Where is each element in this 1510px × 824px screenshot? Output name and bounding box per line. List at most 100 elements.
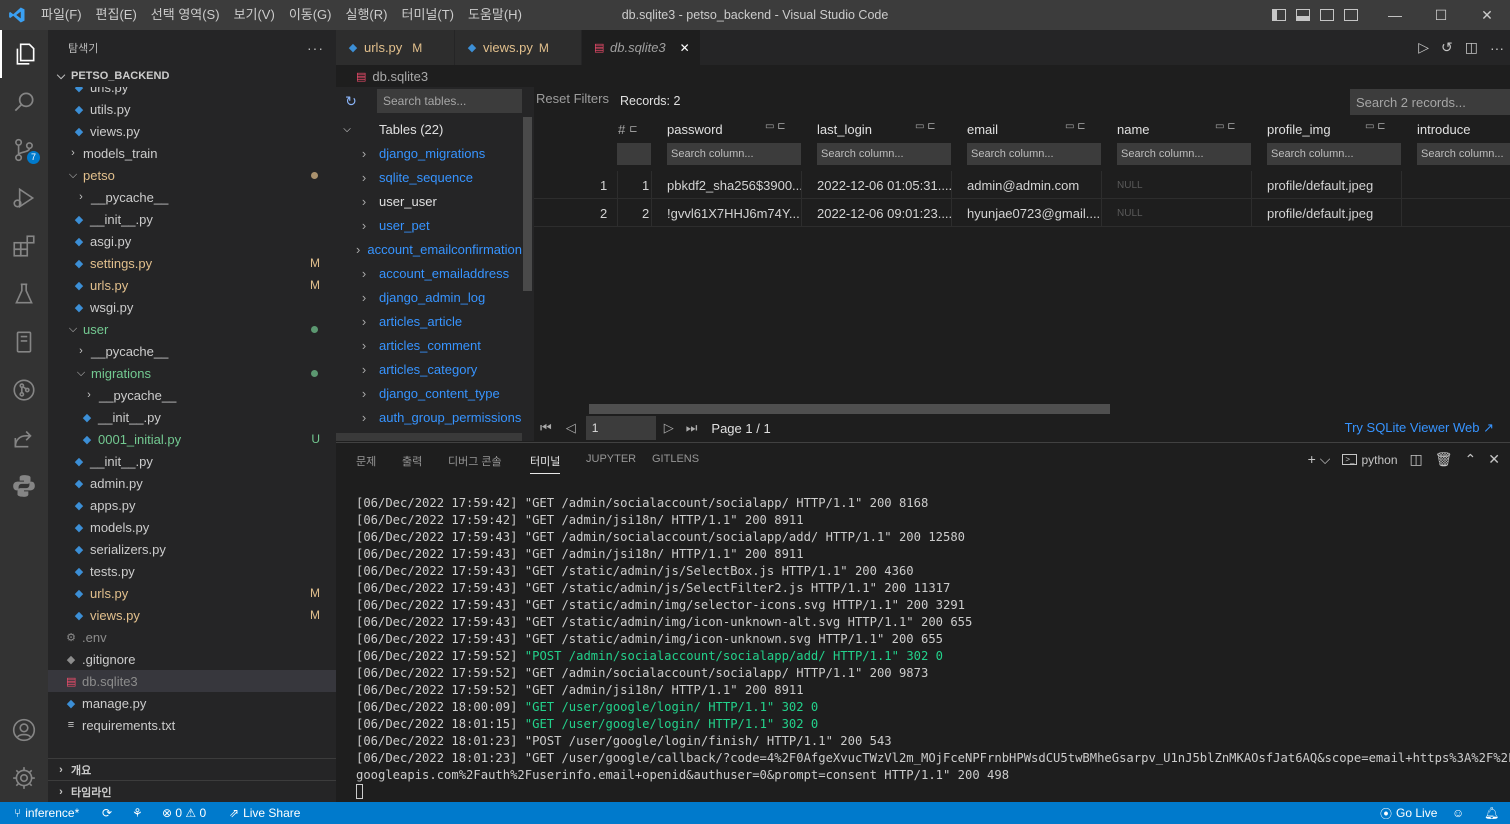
- tree-file[interactable]: ◆ views.py: [48, 120, 336, 142]
- column-filter-input[interactable]: Search column...: [1117, 143, 1251, 165]
- accounts-icon[interactable]: [0, 706, 48, 754]
- panel-tab[interactable]: 디버그 콘솔: [448, 453, 502, 469]
- split-editor-icon[interactable]: ◫: [1465, 39, 1478, 56]
- horizontal-scrollbar[interactable]: [336, 433, 522, 441]
- table-item[interactable]: › auth_group_permissions: [336, 405, 522, 429]
- tree-file[interactable]: ◆ views.py M: [48, 604, 336, 626]
- feedback-icon[interactable]: ☺: [1452, 802, 1464, 824]
- panel-tab[interactable]: 문제: [356, 453, 376, 469]
- tree-folder[interactable]: › __pycache__: [48, 384, 336, 406]
- column-type-pin-icon[interactable]: ▭ ⊏: [1215, 121, 1236, 132]
- tree-file[interactable]: ◆ __init__.py: [48, 406, 336, 428]
- cell-id[interactable]: 2: [642, 199, 649, 227]
- tree-folder[interactable]: › models_train: [48, 142, 336, 164]
- git-branch-item[interactable]: ⑂ inference*: [14, 802, 79, 824]
- column-filter-input[interactable]: Search column...: [817, 143, 951, 165]
- tree-file[interactable]: ◆ settings.py M: [48, 252, 336, 274]
- tree-file[interactable]: ◆ .gitignore: [48, 648, 336, 670]
- column-header[interactable]: introduce: [1417, 117, 1470, 141]
- tab-urls-py[interactable]: ◆ urls.py M: [336, 30, 454, 65]
- tables-header[interactable]: ⌵ Tables (22): [336, 117, 522, 141]
- table-item[interactable]: › sqlite_sequence: [336, 165, 522, 189]
- tree-file[interactable]: ◆ tests.py: [48, 560, 336, 582]
- first-page-icon[interactable]: ⏮: [540, 420, 552, 436]
- table-item[interactable]: › articles_category: [336, 357, 522, 381]
- tree-folder[interactable]: › __pycache__: [48, 340, 336, 362]
- notifications-bell-icon[interactable]: 🔔︎: [1484, 802, 1499, 824]
- menu-item[interactable]: 실행(R): [339, 0, 395, 30]
- python-icon[interactable]: [0, 462, 48, 510]
- tree-file[interactable]: ◆ manage.py: [48, 692, 336, 714]
- tree-folder[interactable]: ⌵ user: [48, 318, 336, 340]
- horizontal-scrollbar-thumb[interactable]: [589, 404, 1110, 414]
- table-item[interactable]: › django_migrations: [336, 141, 522, 165]
- menu-item[interactable]: 파일(F): [34, 0, 89, 30]
- close-tab-icon[interactable]: ✕: [680, 41, 690, 55]
- maximize-panel-icon[interactable]: ⌃: [1465, 451, 1477, 468]
- run-file-icon[interactable]: ▷: [1418, 39, 1429, 56]
- tree-file[interactable]: ◆ __init__.py: [48, 450, 336, 472]
- tree-file[interactable]: ◆ urls.py: [48, 87, 336, 98]
- tree-file[interactable]: ◆ models.py: [48, 516, 336, 538]
- breadcrumb-item[interactable]: db.sqlite3: [372, 69, 428, 84]
- git-graph-status-icon[interactable]: ⚘: [132, 802, 143, 824]
- source-control-icon[interactable]: 7: [0, 126, 48, 174]
- tree-file[interactable]: ◆ admin.py: [48, 472, 336, 494]
- tree-file[interactable]: ◆ utils.py: [48, 98, 336, 120]
- panel-tab[interactable]: GITLENS: [652, 453, 699, 465]
- workspace-folder-header[interactable]: ⌵ PETSO_BACKEND: [48, 65, 336, 87]
- close-window-button[interactable]: ✕: [1464, 0, 1510, 30]
- column-header[interactable]: profile_img: [1267, 117, 1331, 141]
- close-panel-icon[interactable]: ✕: [1488, 451, 1500, 468]
- tree-file[interactable]: ◆ wsgi.py: [48, 296, 336, 318]
- column-filter-input[interactable]: Search column...: [1267, 143, 1401, 165]
- run-debug-icon[interactable]: [0, 174, 48, 222]
- menu-item[interactable]: 편집(E): [89, 0, 144, 30]
- column-type-pin-icon[interactable]: ▭ ⊏: [765, 121, 786, 132]
- toggle-secondary-sidebar-icon[interactable]: [1320, 9, 1334, 21]
- cell-name[interactable]: NULL: [1117, 171, 1143, 199]
- more-editor-actions-icon[interactable]: ···: [1490, 40, 1504, 56]
- row-id-header[interactable]: # ⊏: [618, 117, 638, 141]
- tree-file[interactable]: ◆ 0001_initial.py U: [48, 428, 336, 450]
- tree-file[interactable]: ◆ serializers.py: [48, 538, 336, 560]
- table-item[interactable]: › django_admin_log: [336, 285, 522, 309]
- column-type-pin-icon[interactable]: ▭ ⊏: [915, 121, 936, 132]
- menu-item[interactable]: 보기(V): [227, 0, 282, 30]
- last-page-icon[interactable]: ⏭: [686, 420, 698, 436]
- tree-file[interactable]: ≡ requirements.txt: [48, 714, 336, 736]
- tree-file[interactable]: ▤ db.sqlite3: [48, 670, 336, 692]
- column-type-pin-icon[interactable]: ▭ ⊏: [1365, 121, 1386, 132]
- extensions-icon[interactable]: [0, 222, 48, 270]
- column-header[interactable]: password: [667, 117, 723, 141]
- cell-last-login[interactable]: 2022-12-06 01:05:31....: [817, 171, 952, 199]
- column-header[interactable]: email: [967, 117, 998, 141]
- table-item[interactable]: › articles_article: [336, 309, 522, 333]
- toggle-sidebar-icon[interactable]: [1272, 9, 1286, 21]
- tree-file[interactable]: ◆ apps.py: [48, 494, 336, 516]
- live-share-button[interactable]: ⇗ Live Share: [229, 802, 300, 824]
- tab-db-sqlite3[interactable]: ▤ db.sqlite3 ✕: [582, 30, 700, 65]
- menu-item[interactable]: 선택 영역(S): [144, 0, 227, 30]
- panel-tab[interactable]: 터미널: [530, 453, 561, 474]
- table-item[interactable]: › django_content_type: [336, 381, 522, 405]
- live-share-icon[interactable]: [0, 414, 48, 462]
- go-live-button[interactable]: ⦿ Go Live: [1380, 802, 1437, 824]
- tab-views-py[interactable]: ◆ views.py M: [455, 30, 581, 65]
- column-filter-input[interactable]: Search column...: [967, 143, 1101, 165]
- pin-icon[interactable]: ⊏: [629, 124, 637, 135]
- menu-item[interactable]: 도움말(H): [461, 0, 529, 30]
- cell-email[interactable]: admin@admin.com: [967, 171, 1079, 199]
- table-item[interactable]: › account_emailconfirmation: [336, 237, 522, 261]
- table-item[interactable]: › account_emailaddress: [336, 261, 522, 285]
- tree-folder[interactable]: ⌵ petso: [48, 164, 336, 186]
- tree-folder[interactable]: ⌵ migrations: [48, 362, 336, 384]
- refresh-icon[interactable]: ↻: [336, 87, 366, 115]
- tree-folder[interactable]: › __pycache__: [48, 186, 336, 208]
- git-graph-icon[interactable]: [0, 366, 48, 414]
- next-page-icon[interactable]: ▷: [664, 420, 674, 436]
- column-header[interactable]: name: [1117, 117, 1150, 141]
- tree-file[interactable]: ◆ urls.py M: [48, 274, 336, 296]
- explorer-icon[interactable]: [0, 30, 48, 78]
- cell-email[interactable]: hyunjae0723@gmail....: [967, 199, 1100, 227]
